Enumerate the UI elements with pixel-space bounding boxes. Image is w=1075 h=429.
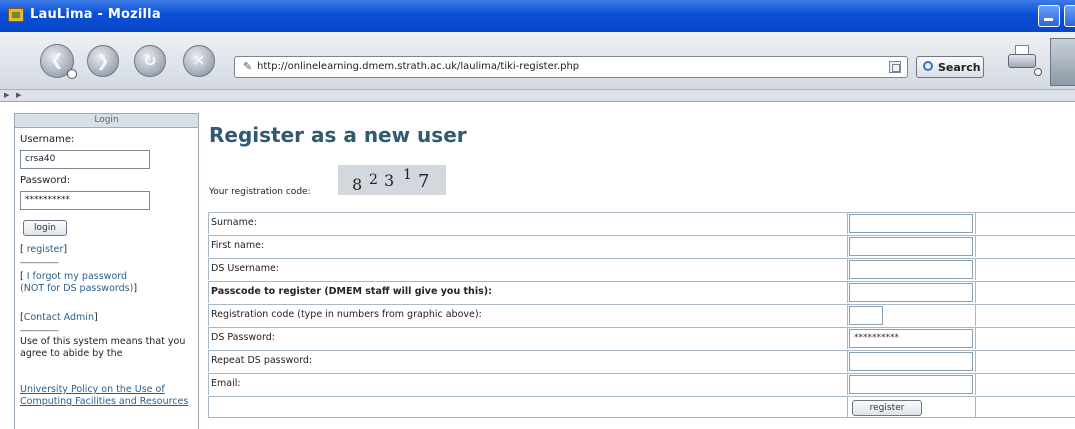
page-title: Register as a new user xyxy=(209,123,467,147)
register-link-row: [ register] xyxy=(20,244,68,255)
captcha-digit: 2 xyxy=(369,172,378,188)
registration-code-field[interactable] xyxy=(849,306,883,325)
email-field[interactable] xyxy=(849,375,973,394)
login-box: Login Username: crsa40 Password: *******… xyxy=(14,113,199,429)
tab-strip: ▶ ▶ xyxy=(0,90,1075,102)
form-row-passcode: Passcode to register (DMEM staff will gi… xyxy=(208,281,1075,303)
tab-scroll-right-icon[interactable]: ▶ xyxy=(16,91,21,99)
form-row-first-name: First name: xyxy=(208,235,1075,257)
back-dropdown-icon[interactable] xyxy=(67,69,77,79)
url-text[interactable]: http://onlinelearning.dmem.strath.ac.uk/… xyxy=(257,61,579,72)
login-button[interactable]: login xyxy=(23,220,67,236)
reload-icon: ↻ xyxy=(143,51,157,70)
ds-password-label: DS Password: xyxy=(208,328,848,349)
title-bar: LauLima - Mozilla xyxy=(0,0,1075,32)
url-bar[interactable]: ✎ http://onlinelearning.dmem.strath.ac.u… xyxy=(234,56,908,78)
register-button[interactable]: register xyxy=(852,400,922,416)
captcha-digit: 8 xyxy=(352,175,363,194)
captcha-digit: 1 xyxy=(403,167,412,183)
contact-admin-row: [Contact Admin] xyxy=(20,312,98,323)
sidebar-divider-2: ---------------- xyxy=(20,326,59,335)
registration-form: Surname: First name: DS Username: Passco… xyxy=(208,212,1075,429)
captcha-image: 8 2 3 1 7 xyxy=(338,165,446,195)
ds-password-field[interactable]: ********** xyxy=(849,329,973,348)
forward-arrow-icon: ❯ xyxy=(96,51,110,70)
tab-scroll-left-icon[interactable]: ▶ xyxy=(4,91,9,99)
first-name-field[interactable] xyxy=(849,237,973,256)
forgot-password-link[interactable]: I forgot my password xyxy=(27,271,127,282)
forgot-password-row-2: (NOT for DS passwords)] xyxy=(20,283,138,294)
maximize-button[interactable] xyxy=(1064,5,1075,27)
form-row-ds-username: DS Username: xyxy=(208,258,1075,280)
form-row-repeat-password: Repeat DS password: xyxy=(208,350,1075,372)
login-box-header: Login xyxy=(15,114,198,128)
app-icon xyxy=(8,8,24,22)
form-row-ds-password: DS Password: ********** xyxy=(208,327,1075,349)
page-icon: ✎ xyxy=(243,60,253,73)
registration-code-label: Your registration code: xyxy=(209,187,311,197)
forward-button[interactable]: ❯ xyxy=(87,45,119,77)
form-row-surname: Surname: xyxy=(208,212,1075,234)
form-row-submit: register xyxy=(208,396,1075,418)
policy-link[interactable]: University Policy on the Use of Computin… xyxy=(20,384,198,408)
search-icon xyxy=(923,61,933,71)
search-button[interactable]: Search xyxy=(916,56,984,78)
minimize-button[interactable] xyxy=(1038,5,1060,27)
submit-row-spacer xyxy=(208,397,848,418)
navigation-toolbar: ❮ ❯ ↻ ✕ ✎ http://onlinelearning.dmem.str… xyxy=(0,32,1075,90)
print-icon xyxy=(1008,54,1036,68)
passcode-field[interactable] xyxy=(849,283,973,302)
bookmark-icon[interactable] xyxy=(889,61,901,73)
reload-button[interactable]: ↻ xyxy=(134,45,166,77)
back-button[interactable]: ❮ xyxy=(40,44,77,79)
contact-admin-link[interactable]: Contact Admin xyxy=(24,312,94,323)
password-label: Password: xyxy=(20,175,71,186)
browser-window: LauLima - Mozilla ❮ ❯ ↻ ✕ ✎ http://onlin… xyxy=(0,0,1075,429)
search-label: Search xyxy=(938,61,981,74)
window-title: LauLima - Mozilla xyxy=(30,7,161,22)
surname-label: Surname: xyxy=(208,213,848,234)
form-row-email: Email: xyxy=(208,373,1075,395)
ds-username-field[interactable] xyxy=(849,260,973,279)
password-field[interactable]: ********** xyxy=(20,191,150,210)
repeat-password-label: Repeat DS password: xyxy=(208,351,848,372)
register-link[interactable]: register xyxy=(27,244,64,255)
passcode-label: Passcode to register (DMEM staff will gi… xyxy=(208,282,848,303)
captcha-digit: 3 xyxy=(384,171,395,190)
throbber-icon xyxy=(1050,38,1075,86)
username-label: Username: xyxy=(20,134,75,145)
repeat-password-field[interactable] xyxy=(849,352,973,371)
usage-notice: Use of this system means that you agree … xyxy=(20,336,186,359)
print-button[interactable] xyxy=(1006,44,1042,76)
email-label: Email: xyxy=(208,374,848,395)
surname-field[interactable] xyxy=(849,214,973,233)
sidebar-divider: ---------------- xyxy=(20,258,59,267)
print-dropdown-icon[interactable] xyxy=(1034,68,1042,76)
first-name-label: First name: xyxy=(208,236,848,257)
main-panel: Register as a new user Your registration… xyxy=(208,103,1075,429)
registration-code-field-label: Registration code (type in numbers from … xyxy=(208,305,848,326)
forgot-password-link-2[interactable]: (NOT for DS passwords) xyxy=(20,283,133,294)
forgot-password-row: [ I forgot my password xyxy=(20,271,128,282)
captcha-digit: 7 xyxy=(418,171,430,192)
page-content: Login Username: crsa40 Password: *******… xyxy=(0,103,1075,429)
form-row-registration-code: Registration code (type in numbers from … xyxy=(208,304,1075,326)
ds-username-label: DS Username: xyxy=(208,259,848,280)
stop-icon: ✕ xyxy=(192,51,206,70)
username-field[interactable]: crsa40 xyxy=(20,150,150,169)
stop-button[interactable]: ✕ xyxy=(183,45,215,77)
